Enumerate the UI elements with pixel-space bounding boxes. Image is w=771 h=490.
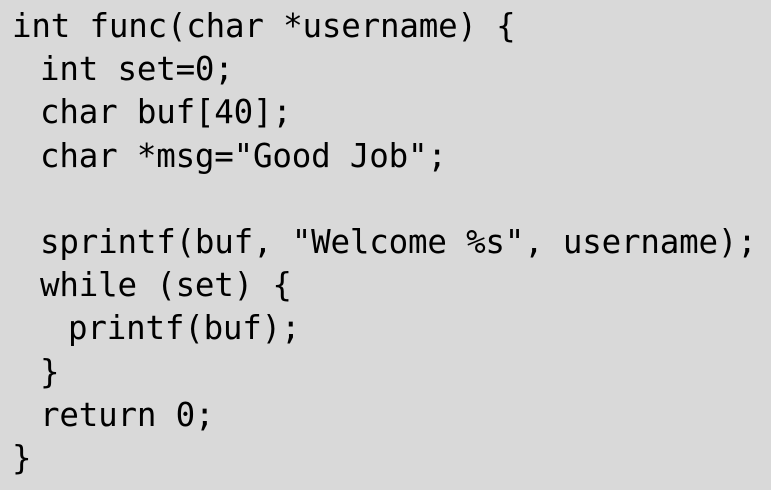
code-line: char *msg="Good Job";: [40, 136, 447, 175]
code-line: }: [40, 352, 60, 391]
code-line: sprintf(buf, "Welcome %s", username);: [40, 222, 757, 261]
code-block: int func(char *username) { int set=0; ch…: [0, 0, 771, 480]
code-line: char buf[40];: [40, 93, 292, 132]
code-line: while (set) {: [40, 266, 292, 305]
code-line: int func(char *username) {: [12, 7, 516, 45]
code-line: int set=0;: [40, 50, 234, 89]
code-line: return 0;: [40, 395, 215, 434]
code-line: }: [12, 438, 32, 477]
code-line: printf(buf);: [68, 309, 301, 348]
